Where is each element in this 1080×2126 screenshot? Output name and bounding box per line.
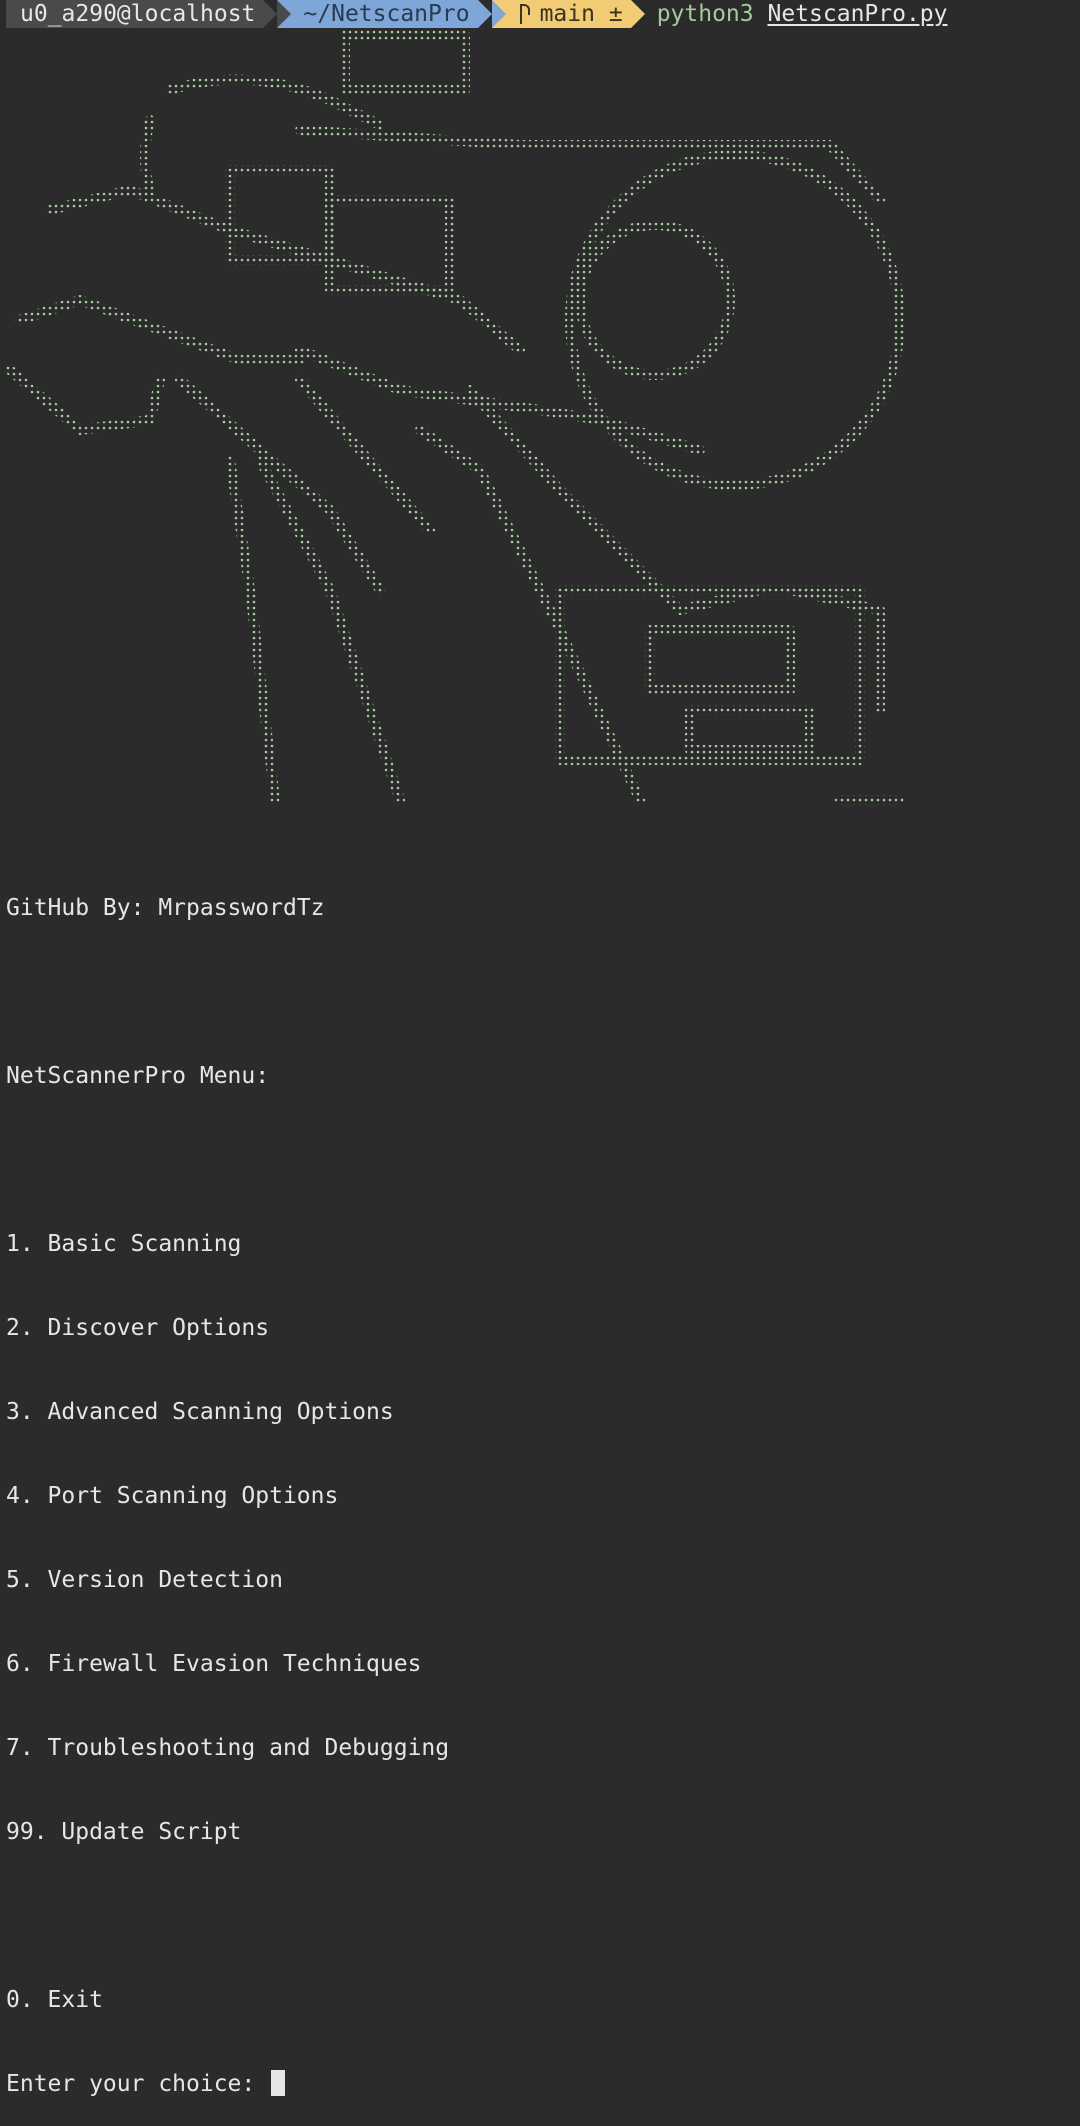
- prompt-git-segment: main ±: [491, 0, 645, 28]
- menu-item-discover-options: 2. Discover Options: [6, 1315, 270, 1341]
- git-branch-icon: [518, 4, 530, 24]
- ascii-art-banner: [5, 30, 905, 805]
- prompt-git-status: ±: [608, 1, 623, 27]
- terminal-output: GitHub By: MrpasswordTz NetScannerPro Me…: [6, 838, 449, 2126]
- art-rear-wheel: [565, 150, 905, 490]
- choice-prompt: Enter your choice:: [6, 2071, 270, 2097]
- menu-item-version-detection: 5. Version Detection: [6, 1567, 283, 1593]
- menu-item-troubleshooting: 7. Troubleshooting and Debugging: [6, 1735, 450, 1761]
- menu-item-basic-scanning: 1. Basic Scanning: [6, 1231, 242, 1257]
- prompt-git-branch: main: [539, 1, 595, 27]
- choice-input-line[interactable]: Enter your choice:: [6, 2070, 449, 2098]
- prompt-command-argument: NetscanPro.py: [767, 1, 948, 27]
- prompt-user-host: u0_a290@localhost: [6, 0, 278, 28]
- menu-item-advanced-scanning: 3. Advanced Scanning Options: [6, 1399, 394, 1425]
- prompt-command-line: python3 NetscanPro.py: [645, 0, 948, 28]
- menu-item-port-scanning: 4. Port Scanning Options: [6, 1483, 339, 1509]
- terminal-cursor[interactable]: [271, 2070, 286, 2096]
- menu-item-exit: 0. Exit: [6, 1987, 103, 2013]
- shell-prompt: u0_a290@localhost ~/NetscanPro main ± py…: [0, 0, 948, 28]
- menu-item-update-script: 99. Update Script: [6, 1819, 242, 1845]
- menu-item-firewall-evasion: 6. Firewall Evasion Techniques: [6, 1651, 422, 1677]
- menu-title: NetScannerPro Menu:: [6, 1063, 270, 1089]
- prompt-directory: ~/NetscanPro: [277, 0, 492, 28]
- prompt-command: python3: [656, 1, 754, 27]
- github-credit: GitHub By: MrpasswordTz: [6, 895, 325, 921]
